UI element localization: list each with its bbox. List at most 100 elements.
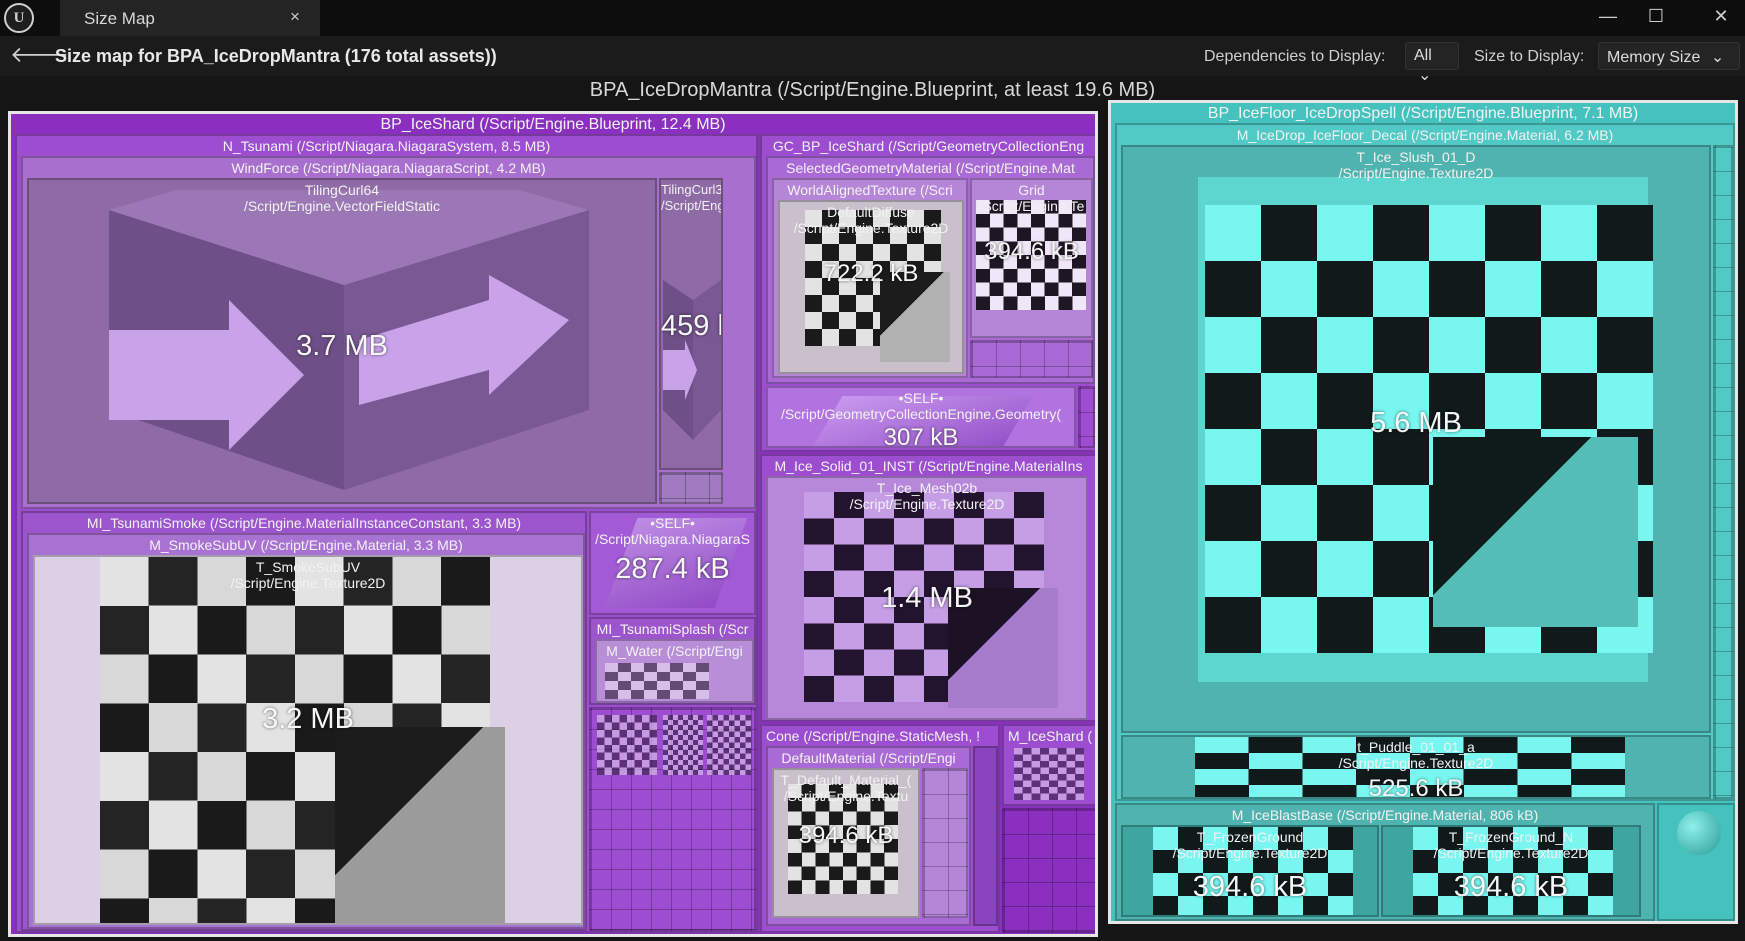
tab-close-icon[interactable]: × xyxy=(290,7,300,27)
node-n-tsunami[interactable]: N_Tsunami (/Script/Niagara.NiagaraSystem… xyxy=(15,134,758,933)
node-path: /Script/Engine.Texture2D xyxy=(1172,845,1328,861)
node-size: 287.4 kB xyxy=(615,553,730,585)
minimize-icon[interactable]: — xyxy=(1590,2,1626,30)
dependencies-value: All xyxy=(1414,47,1432,64)
page-fold-icon xyxy=(335,727,505,923)
size-display-label: Size to Display: xyxy=(1474,48,1585,65)
node-label: T_Default_Material_( xyxy=(780,772,912,788)
node-bp-iceshard[interactable]: BP_IceShard (/Script/Engine.Blueprint, 1… xyxy=(8,111,1098,937)
node-label: M_Ice_Solid_01_INST (/Script/Engine.Mate… xyxy=(774,458,1083,474)
node-label: M_IceShard ( xyxy=(1008,728,1093,744)
node-label: BP_IceShard (/Script/Engine.Blueprint, 1… xyxy=(380,117,726,133)
small-asset-cluster[interactable] xyxy=(1713,145,1733,799)
dependencies-dropdown[interactable]: All ⌄ xyxy=(1405,42,1459,84)
node-label: DefaultDiffuse xyxy=(827,204,915,220)
node-label: Cone (/Script/Engine.StaticMesh, ! xyxy=(766,728,980,744)
node-label: SelectedGeometryMaterial (/Script/Engine… xyxy=(786,160,1075,176)
texture-checker-icon xyxy=(605,663,709,699)
node-label: •SELF• xyxy=(898,390,944,406)
node-label: GC_BP_IceShard (/Script/GeometryCollecti… xyxy=(772,138,1085,154)
node-defaultmaterial[interactable]: DefaultMaterial (/Script/Engi T_Default_… xyxy=(766,746,971,926)
node-m-iceblastbase[interactable]: M_IceBlastBase (/Script/Engine.Material,… xyxy=(1115,803,1655,921)
node-label: MI_TsunamiSplash (/Scr xyxy=(596,621,749,637)
node-mi-tsunamismoke[interactable]: MI_TsunamiSmoke (/Script/Engine.Material… xyxy=(21,511,587,931)
node-defaultdiffuse[interactable]: DefaultDiffuse /Script/Engine.Texture2D … xyxy=(778,200,964,374)
small-asset-cluster[interactable] xyxy=(922,768,968,918)
node-tilingcurl32[interactable]: TilingCurl32 /Script/Engin 459 kB xyxy=(659,178,723,470)
node-m-ice-solid[interactable]: M_Ice_Solid_01_INST (/Script/Engine.Mate… xyxy=(760,454,1095,722)
close-window-icon[interactable]: ✕ xyxy=(1703,2,1739,30)
small-asset-cluster[interactable] xyxy=(1657,803,1735,921)
node-cone[interactable]: Cone (/Script/Engine.StaticMesh, ! Defau… xyxy=(760,724,1000,933)
node-size: 394.6 kB xyxy=(1192,871,1308,903)
node-label: N_Tsunami (/Script/Niagara.NiagaraSystem… xyxy=(222,138,551,154)
size-display-value: Memory Size xyxy=(1607,49,1701,66)
texture-checker-icon xyxy=(597,715,657,775)
node-size: 722.2 kB xyxy=(823,260,919,287)
small-asset-cluster[interactable] xyxy=(589,707,756,931)
unreal-logo-icon: U xyxy=(4,3,34,33)
sphere-icon xyxy=(1677,811,1721,855)
texture-checker-icon xyxy=(1014,748,1084,800)
node-t-smokesubuv[interactable]: T_SmokeSubUV /Script/Engine.Texture2D 3.… xyxy=(33,555,583,925)
maximize-icon[interactable]: ☐ xyxy=(1638,2,1674,30)
node-path: /Script/Engine.Texture2D xyxy=(1433,845,1589,861)
node-t-ice-slush[interactable]: T_Ice_Slush_01_D /Script/Engine.Texture2… xyxy=(1121,145,1711,733)
node-size: 459 kB xyxy=(661,310,721,342)
node-windforce[interactable]: WindForce (/Script/Niagara.NiagaraScript… xyxy=(21,156,756,509)
size-display-dropdown[interactable]: Memory Size ⌄ xyxy=(1598,42,1740,70)
node-mi-tsunamisplash[interactable]: MI_TsunamiSplash (/Scr M_Water (/Script/… xyxy=(589,617,756,705)
node-path: /Script/Engine.Textu xyxy=(783,788,909,804)
node-t-frozenground[interactable]: T_FrozenGround /Script/Engine.Texture2D … xyxy=(1121,825,1379,917)
node-size: 525.6 kB xyxy=(1368,775,1464,799)
node-m-iceshard[interactable]: M_IceShard ( xyxy=(1002,724,1095,806)
node-label: T_FrozenGround_N xyxy=(1448,829,1574,845)
chevron-down-icon: ⌄ xyxy=(1710,49,1725,66)
node-path: /Script/Engine.Te xyxy=(978,198,1085,214)
node-path: /Script/Engine.Texture2D xyxy=(793,220,949,236)
node-tilingcurl64[interactable]: TilingCurl64 /Script/Engine.VectorFieldS… xyxy=(27,178,657,504)
small-asset-cluster[interactable] xyxy=(970,340,1093,378)
node-gc-bp-iceshard[interactable]: GC_BP_IceShard (/Script/GeometryCollecti… xyxy=(760,134,1095,452)
small-asset-cluster[interactable] xyxy=(1002,808,1095,933)
size-map-treemap: BP_IceShard (/Script/Engine.Blueprint, 1… xyxy=(0,100,1745,941)
node-size: 3.2 MB xyxy=(262,703,354,735)
node-label: TilingCurl32 xyxy=(661,182,721,197)
node-size: 394.6 kB xyxy=(1453,871,1569,903)
node-label: T_FrozenGround xyxy=(1196,829,1304,845)
node-m-smokesubuv[interactable]: M_SmokeSubUV (/Script/Engine.Material, 3… xyxy=(27,533,585,929)
node-path: /Script/Engine.Texture2D xyxy=(1338,755,1494,771)
node-t-puddle[interactable]: t_Puddle_01_01_a /Script/Engine.Texture2… xyxy=(1121,735,1711,799)
node-m-water[interactable]: M_Water (/Script/Engi xyxy=(595,639,754,703)
node-size: 3.7 MB xyxy=(296,330,388,362)
node-self-niagara[interactable]: •SELF• /Script/Niagara.NiagaraS 287.4 kB xyxy=(589,511,756,615)
tab-label: Size Map xyxy=(84,9,155,28)
node-t-ice-mesh02b[interactable]: T_Ice_Mesh02b /Script/Engine.Texture2D 1… xyxy=(766,476,1088,720)
node-label: TilingCurl64 xyxy=(304,182,380,198)
node-label: T_SmokeSubUV xyxy=(255,559,361,575)
node-grid[interactable]: Grid /Script/Engine.Te 394.6 kB xyxy=(970,178,1093,338)
node-worldalignedtexture[interactable]: WorldAlignedTexture (/Scri DefaultDiffus… xyxy=(772,178,968,378)
node-size: 307 kB xyxy=(883,424,959,448)
node-bp-icefloor[interactable]: BP_IceFloor_IceDropSpell (/Script/Engine… xyxy=(1108,100,1738,924)
node-m-icedrop-decal[interactable]: M_IceDrop_IceFloor_Decal (/Script/Engine… xyxy=(1115,123,1735,801)
node-label: M_SmokeSubUV (/Script/Engine.Material, 3… xyxy=(149,537,463,553)
small-asset-cluster[interactable] xyxy=(1078,386,1095,448)
small-asset-cluster[interactable] xyxy=(973,746,998,926)
node-label: WindForce (/Script/Niagara.NiagaraScript… xyxy=(231,160,546,176)
node-size: 394.6 kB xyxy=(798,822,894,849)
node-label: M_IceBlastBase (/Script/Engine.Material,… xyxy=(1231,807,1539,823)
node-self-geometry[interactable]: •SELF• /Script/GeometryCollectionEngine.… xyxy=(766,386,1076,448)
node-t-default-material[interactable]: T_Default_Material_( /Script/Engine.Text… xyxy=(772,768,920,918)
node-label: MI_TsunamiSmoke (/Script/Engine.Material… xyxy=(86,515,522,531)
small-asset-cluster[interactable] xyxy=(659,472,723,504)
node-path: /Script/Engin xyxy=(661,198,721,213)
node-selectedgeometrymaterial[interactable]: SelectedGeometryMaterial (/Script/Engine… xyxy=(766,156,1095,384)
node-path: /Script/Engine.Texture2D xyxy=(230,575,386,591)
node-path: /Script/Engine.Texture2D xyxy=(849,496,1005,512)
node-label: •SELF• xyxy=(650,515,695,531)
page-title: Size map for BPA_IceDropMantra (176 tota… xyxy=(55,46,497,66)
node-label: BP_IceFloor_IceDropSpell (/Script/Engine… xyxy=(1207,106,1639,122)
dependencies-label: Dependencies to Display: xyxy=(1204,48,1386,65)
node-t-frozenground-n[interactable]: T_FrozenGround_N /Script/Engine.Texture2… xyxy=(1381,825,1641,917)
